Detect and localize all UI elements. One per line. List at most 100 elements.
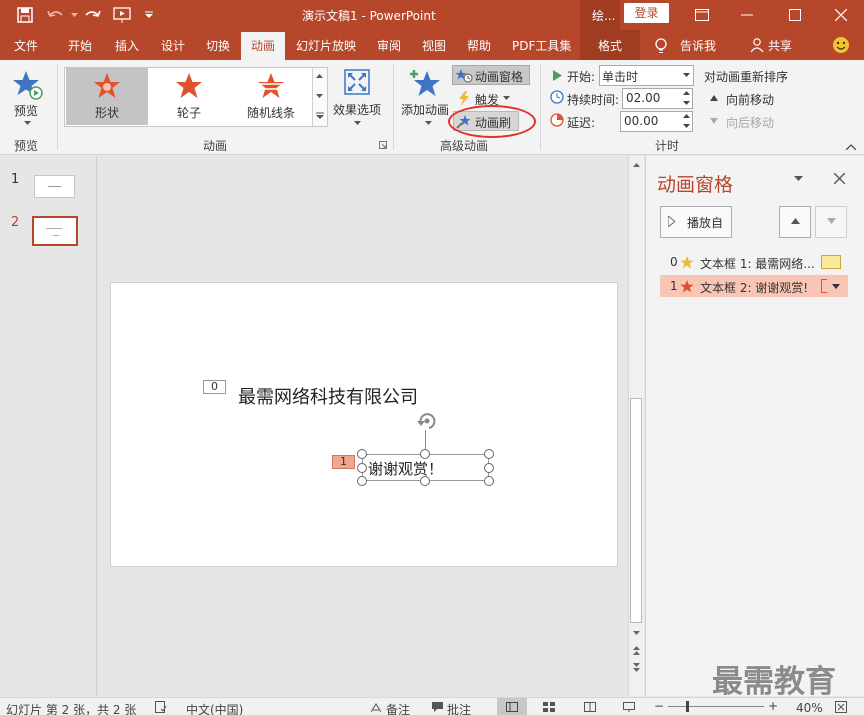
notes-icon[interactable] — [370, 701, 382, 713]
resize-handle[interactable] — [357, 449, 367, 459]
rotate-handle-icon[interactable] — [414, 409, 440, 433]
animation-dialog-launcher-icon[interactable] — [378, 140, 388, 150]
scroll-down-icon[interactable] — [629, 627, 643, 639]
lightbulb-icon[interactable] — [654, 37, 668, 54]
undo-dropdown-icon[interactable] — [70, 8, 78, 22]
slide-thumbnail-2-selected[interactable] — [32, 216, 78, 246]
tab-home[interactable]: 开始 — [68, 37, 92, 54]
tell-me-search[interactable]: 告诉我 — [680, 37, 716, 54]
save-icon[interactable] — [16, 6, 34, 24]
effect-options-dropdown-icon[interactable] — [352, 119, 362, 127]
tab-view[interactable]: 视图 — [422, 37, 446, 54]
slide-company-text[interactable]: 最需网络科技有限公司 — [238, 383, 418, 409]
item-dropdown-icon[interactable] — [829, 280, 843, 292]
tab-file[interactable]: 文件 — [14, 37, 38, 54]
login-button[interactable]: 登录 — [624, 3, 669, 23]
duration-increase-icon[interactable] — [681, 89, 691, 98]
scroll-thumb[interactable] — [630, 398, 642, 623]
resize-handle[interactable] — [484, 463, 494, 473]
preview-star-icon[interactable] — [11, 68, 45, 102]
gallery-up-icon[interactable] — [313, 71, 326, 81]
preview-dropdown-icon[interactable] — [22, 119, 32, 127]
trigger-lightning-icon[interactable] — [457, 90, 471, 106]
resize-handle[interactable] — [357, 463, 367, 473]
smiley-feedback-icon[interactable] — [832, 36, 850, 54]
add-animation-star-icon[interactable] — [408, 67, 442, 99]
animation-pane-label: 动画窗格 — [475, 70, 524, 84]
resize-handle[interactable] — [357, 476, 367, 486]
zoom-in-button[interactable]: + — [768, 699, 778, 713]
slide-sorter-icon[interactable] — [542, 701, 556, 713]
zoom-out-button[interactable]: − — [654, 699, 664, 713]
random-bars-star-icon[interactable] — [256, 71, 286, 101]
animation-tag-0[interactable]: 0 — [203, 380, 226, 394]
start-from-beginning-icon[interactable] — [112, 5, 132, 25]
tab-insert[interactable]: 插入 — [115, 37, 139, 54]
share-button[interactable]: 共享 — [768, 37, 792, 54]
fit-to-window-icon[interactable] — [834, 700, 848, 714]
next-slide-icon[interactable] — [629, 660, 643, 674]
tab-review[interactable]: 审阅 — [377, 37, 401, 54]
tab-transitions[interactable]: 切换 — [206, 37, 230, 54]
zoom-slider-track[interactable] — [668, 706, 764, 707]
wheel-star-icon[interactable] — [174, 71, 204, 101]
comments-button[interactable]: 批注 — [447, 701, 471, 715]
effect-options-icon[interactable] — [343, 68, 371, 96]
effect-options-button[interactable]: 效果选项 — [333, 101, 381, 118]
trigger-dropdown-icon[interactable] — [501, 94, 511, 102]
move-earlier-button[interactable]: 向前移动 — [726, 91, 774, 108]
preview-button[interactable]: 预览 — [14, 102, 38, 119]
add-animation-dropdown-icon[interactable] — [423, 119, 433, 127]
reading-view-icon[interactable] — [583, 701, 597, 713]
resize-handle[interactable] — [420, 449, 430, 459]
pane-options-icon[interactable] — [791, 173, 805, 185]
gallery-more-icon[interactable] — [313, 110, 326, 122]
spellcheck-icon[interactable] — [154, 700, 168, 714]
comments-icon[interactable] — [431, 701, 443, 713]
delay-increase-icon[interactable] — [681, 112, 691, 121]
move-earlier-icon[interactable] — [708, 93, 720, 103]
collapse-ribbon-icon[interactable] — [844, 142, 858, 152]
resize-handle[interactable] — [484, 476, 494, 486]
effect-random-bars-label[interactable]: 随机线条 — [247, 104, 295, 121]
drawing-tools-tab[interactable]: 绘... — [592, 7, 615, 24]
timing-group-label: 计时 — [655, 139, 680, 153]
tab-slideshow[interactable]: 幻灯片放映 — [296, 37, 356, 54]
undo-icon[interactable] — [46, 6, 66, 24]
slide-thanks-text[interactable]: 谢谢观赏！ — [368, 458, 443, 479]
tab-help[interactable]: 帮助 — [467, 37, 491, 54]
close-window-icon[interactable] — [832, 6, 850, 24]
animation-tag-1[interactable]: 1 — [332, 455, 355, 469]
slide-canvas[interactable] — [110, 282, 618, 567]
ribbon-display-options-icon[interactable] — [693, 6, 711, 24]
effect-wheel-label[interactable]: 轮子 — [177, 104, 201, 121]
normal-view-icon — [505, 701, 519, 713]
customize-toolbar-icon[interactable] — [142, 8, 156, 22]
pane-close-icon[interactable] — [831, 170, 847, 186]
delay-decrease-icon[interactable] — [681, 122, 691, 131]
resize-handle[interactable] — [420, 476, 430, 486]
redo-icon[interactable] — [82, 6, 102, 24]
start-select-chevron-icon[interactable] — [681, 70, 691, 80]
previous-slide-icon[interactable] — [629, 643, 643, 657]
gallery-down-icon[interactable] — [313, 91, 326, 101]
group-separator — [57, 64, 58, 150]
tab-design[interactable]: 设计 — [161, 37, 185, 54]
slide-thumbnail-1[interactable] — [34, 175, 75, 198]
tab-pdf-tools[interactable]: PDF工具集 — [512, 37, 571, 54]
scroll-up-icon[interactable] — [629, 159, 643, 171]
slideshow-view-icon[interactable] — [622, 701, 636, 713]
tab-animations[interactable]: 动画 — [251, 37, 275, 54]
add-animation-button[interactable]: 添加动画 — [401, 101, 449, 118]
duration-decrease-icon[interactable] — [681, 99, 691, 108]
animation-pane-icon — [455, 67, 473, 83]
notes-button[interactable]: 备注 — [386, 701, 410, 715]
share-person-icon[interactable] — [750, 37, 766, 54]
minimize-icon[interactable] — [738, 6, 756, 24]
maximize-icon[interactable] — [786, 6, 804, 24]
zoom-level[interactable]: 40% — [796, 701, 823, 715]
tab-format[interactable]: 格式 — [598, 37, 622, 54]
resize-handle[interactable] — [484, 449, 494, 459]
language-status[interactable]: 中文(中国) — [186, 701, 243, 715]
zoom-slider-thumb[interactable] — [686, 701, 689, 712]
